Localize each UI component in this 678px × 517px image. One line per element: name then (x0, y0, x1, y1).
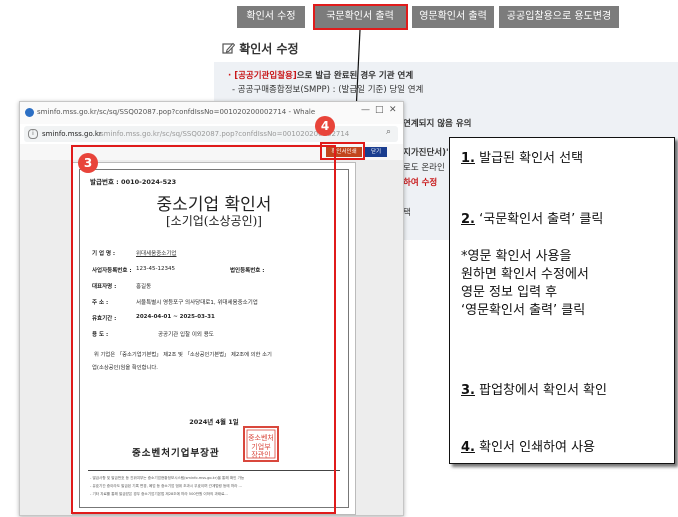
instruction-step-2-number: 2. (461, 212, 475, 227)
instruction-box: 1. 발급된 확인서 선택 2. ‘국문확인서 출력’ 클릭 *영문 확인서 사… (449, 137, 675, 464)
close-popup-button[interactable]: 닫기 (365, 147, 387, 157)
step-3-badge: 3 (78, 153, 98, 173)
whale-browser-icon (25, 108, 34, 117)
instruction-note-2: 원하면 확인서 수정에서 (461, 267, 589, 282)
instruction-step-3-number: 3. (461, 383, 475, 398)
step-4-badge: 4 (315, 116, 335, 136)
popup-titlebar: sminfo.mss.go.kr/sc/sq/SSQ02087.pop?conf… (20, 102, 403, 124)
maximize-icon[interactable]: □ (375, 105, 384, 115)
instruction-step-4: 4. 확인서 인쇄하여 사용 (461, 436, 595, 455)
instruction-note-4: ‘영문확인서 출력’ 클릭 (461, 303, 586, 318)
instruction-step-4-text: 확인서 인쇄하여 사용 (474, 440, 596, 455)
address-host: sminfo.mss.go.kr (42, 130, 102, 138)
minimize-icon[interactable]: — (361, 105, 370, 115)
address-path: sminfo.mss.go.kr/sc/sq/SSQ02087.pop?conf… (100, 130, 350, 138)
instruction-note-1: *영문 확인서 사용을 (461, 249, 572, 264)
instruction-step-2: 2. ‘국문확인서 출력’ 클릭 (461, 208, 603, 227)
instruction-step-1-text: 발급된 확인서 선택 (474, 151, 584, 166)
print-button-highlight (320, 142, 365, 160)
instruction-step-2-text: ‘국문확인서 출력’ 클릭 (474, 212, 604, 227)
site-info-icon: i (28, 129, 38, 139)
instruction-step-3: 3. 팝업창에서 확인서 확인 (461, 379, 607, 398)
document-highlight (71, 145, 336, 514)
instruction-note-3: 영문 정보 입력 후 (461, 285, 558, 300)
close-window-icon[interactable]: ✕ (389, 105, 397, 115)
zoom-search-icon[interactable]: ⌕ (386, 127, 391, 137)
instruction-step-3-text: 팝업창에서 확인서 확인 (474, 383, 607, 398)
instruction-step-1: 1. 발급된 확인서 선택 (461, 147, 583, 166)
instruction-step-1-number: 1. (461, 151, 475, 166)
instruction-step-4-number: 4. (461, 440, 475, 455)
popup-tab-title: sminfo.mss.go.kr/sc/sq/SSQ02087.pop?conf… (37, 108, 316, 116)
address-bar[interactable]: i sminfo.mss.go.kr sminfo.mss.go.kr/sc/s… (24, 126, 398, 142)
